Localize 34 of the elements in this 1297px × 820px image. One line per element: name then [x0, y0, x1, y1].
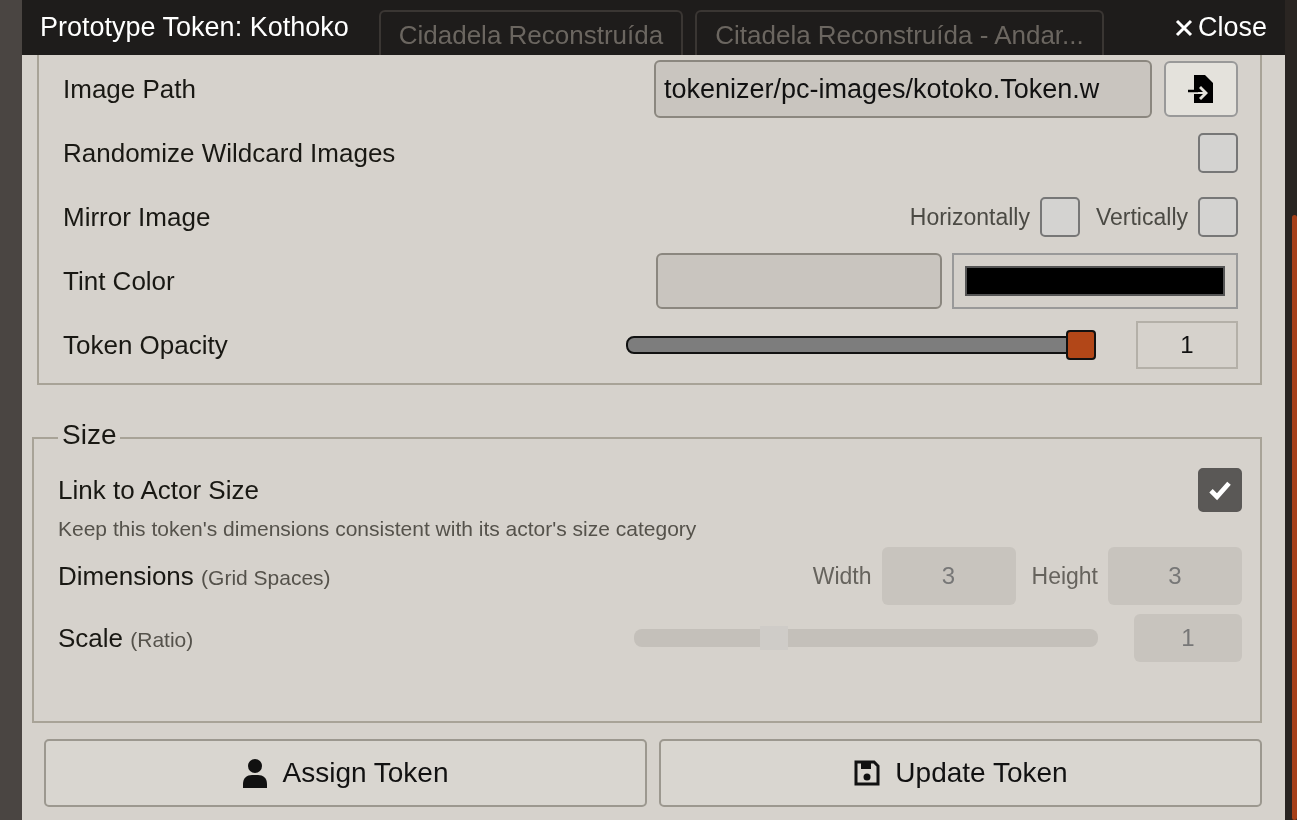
hint-text: Keep this token's dimensions consistent with its actor's size category	[58, 517, 698, 541]
window-title: Prototype Token: Kothoko	[40, 12, 349, 43]
field-note: (Grid Spaces)	[201, 565, 331, 589]
image-path-field[interactable]: tokenizer/pc-images/kotoko.Token.w	[654, 60, 1152, 118]
option-label: Vertically	[1095, 203, 1188, 231]
field-label: Mirror Image	[63, 201, 211, 233]
option-label: Width	[812, 562, 872, 590]
field-label: Dimensions	[58, 560, 194, 591]
color-text-field[interactable]	[656, 253, 942, 309]
field-label: Image Path	[63, 73, 196, 105]
save-icon	[853, 759, 882, 787]
field-note: (Ratio)	[130, 627, 194, 651]
user-icon	[242, 758, 269, 788]
close-button[interactable]: Close	[1173, 12, 1267, 43]
action-button[interactable]: Assign Token	[44, 739, 647, 807]
checkbox[interactable]	[1198, 468, 1242, 512]
checkbox[interactable]	[1198, 197, 1238, 237]
checkbox[interactable]	[1198, 133, 1238, 173]
field-label: Link to Actor Size	[58, 474, 259, 506]
field-label: Tint Color	[63, 265, 175, 297]
field-label: Randomize Wildcard Images	[63, 137, 396, 169]
file-picker-button[interactable]	[1164, 61, 1238, 117]
scrollbar[interactable]	[1292, 215, 1297, 820]
color-picker[interactable]	[952, 253, 1238, 309]
opacity-slider[interactable]	[626, 330, 1096, 360]
slider-thumb[interactable]	[1066, 330, 1096, 360]
field-label: Token Opacity	[63, 329, 228, 361]
opacity-value-field[interactable]: 1	[1136, 321, 1238, 369]
option-label: Horizontally	[909, 203, 1030, 231]
field-label: Scale	[58, 622, 124, 653]
action-button[interactable]: Update Token	[659, 739, 1262, 807]
option-label: Height	[1031, 562, 1098, 590]
checkbox[interactable]	[1039, 197, 1080, 237]
close-icon	[1173, 17, 1194, 38]
